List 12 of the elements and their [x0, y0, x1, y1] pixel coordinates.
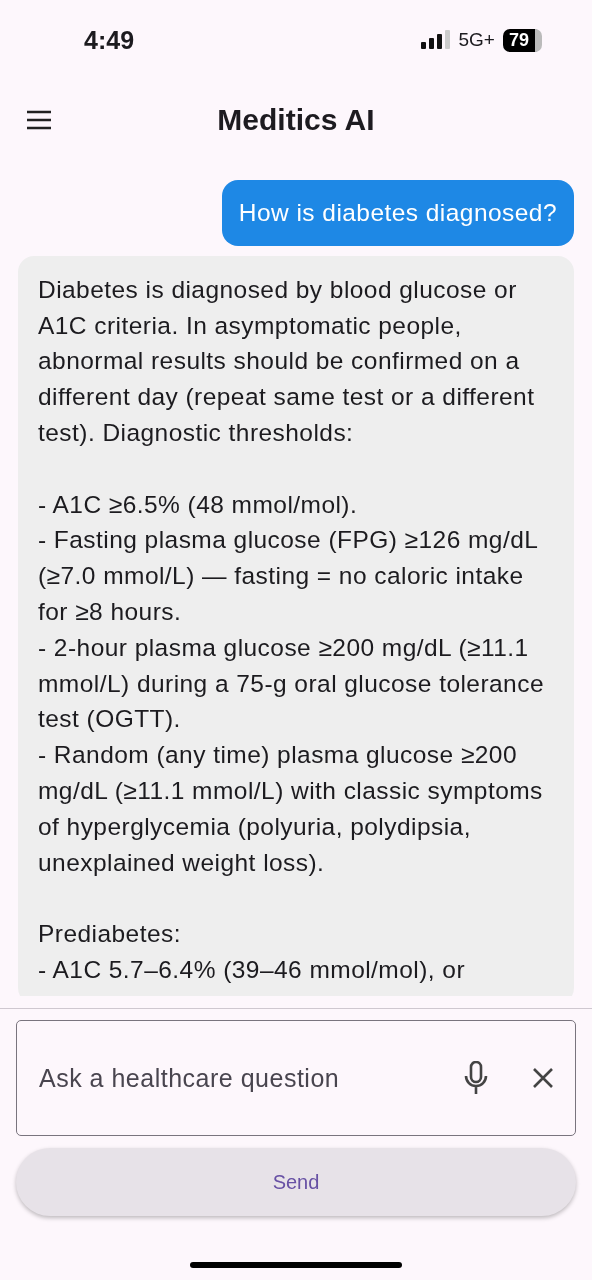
question-input-field[interactable]: Ask a healthcare question — [16, 1020, 576, 1136]
network-label: 5G+ — [458, 29, 495, 51]
send-button[interactable]: Send — [16, 1148, 576, 1216]
battery-indicator: 79 — [502, 28, 542, 52]
clear-icon[interactable] — [532, 1067, 554, 1089]
app-title: Meditics AI — [217, 103, 375, 137]
menu-icon[interactable] — [26, 110, 52, 130]
status-time: 4:49 — [84, 25, 135, 55]
user-message: How is diabetes diagnosed? — [221, 180, 574, 246]
microphone-icon[interactable] — [464, 1061, 488, 1095]
signal-icon — [420, 30, 451, 50]
assistant-message: Diabetes is diagnosed by blood glucose or A1C criteria. In asymptomatic people, abnormal results should be confirmed on a different day (repeat same test or a different test). Diagnostic thresholds: - A1C ≥6.5% (48 mmol/mol). - Fasting plasma glucose (FPG) ≥126 mg/dL (≥7.0 mmol/L) — fasting = no caloric intake for ≥8 hours. - 2-hour plasma glucose ≥200 mg/dL (≥11.1 mmol/L) during a 75-g oral glucose tolerance test (OGTT). - Random (any time) plasma glucose ≥200 mg/dL (≥11.1 mmol/L) with classic symptoms of hyperglycemia (polyuria, polydipsia, unexplained weight loss). Prediabetes: - A1C 5.7–6.4% (39–46 mmol/mol), or — [18, 255, 574, 996]
